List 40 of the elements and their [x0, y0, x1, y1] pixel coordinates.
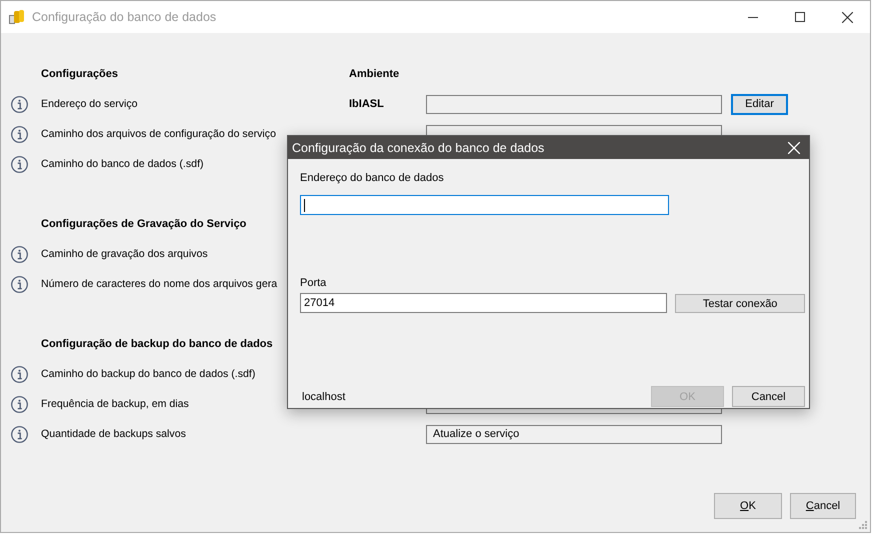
- port-field[interactable]: 27014: [300, 293, 668, 313]
- cancel-button[interactable]: Cancel: [732, 386, 805, 407]
- section-heading: Configurações: [41, 68, 118, 80]
- section-heading: Configurações de Gravação do Serviço: [41, 218, 246, 230]
- dialog-title: Configuração da conexão do banco de dados: [292, 140, 544, 154]
- text-field[interactable]: [426, 94, 722, 114]
- setting-label: Frequência de backup, em dias: [41, 398, 189, 410]
- info-icon[interactable]: [10, 366, 28, 382]
- info-icon[interactable]: [10, 96, 28, 112]
- address-field[interactable]: [300, 195, 669, 215]
- environment-label: IbIASL: [349, 98, 385, 110]
- setting-label: Quantidade de backups salvos: [41, 428, 186, 440]
- maximize-icon[interactable]: [795, 12, 805, 22]
- setting-label: Endereço do serviço: [41, 98, 138, 110]
- setting-label: Número de caracteres do nome dos arquivos gera: [41, 278, 278, 290]
- test-connection-button[interactable]: Testar conexão: [675, 294, 805, 313]
- info-icon[interactable]: [10, 426, 28, 442]
- section-heading: Configuração de backup do banco de dados: [41, 338, 273, 350]
- resize-grip-icon[interactable]: [859, 521, 867, 529]
- info-icon[interactable]: [10, 396, 28, 412]
- edit-button[interactable]: Editar: [731, 94, 788, 114]
- database-icon: [9, 9, 25, 25]
- setting-label: Caminho dos arquivos de configuração do serviço: [41, 128, 276, 140]
- field-label: Endereço do banco de dados: [300, 171, 445, 185]
- window-title: Configuração do banco de dados: [32, 10, 216, 24]
- setting-label: Caminho de gravação dos arquivos: [41, 248, 208, 260]
- server-name: localhost: [302, 390, 346, 402]
- info-icon[interactable]: [10, 156, 28, 172]
- field-label: Porta: [300, 276, 328, 290]
- cancel-button[interactable]: Cancel: [790, 493, 856, 519]
- ok-button[interactable]: OK: [714, 493, 782, 519]
- text-field[interactable]: Atualize o serviço: [426, 424, 722, 444]
- setting-label: Caminho do backup do banco de dados (.sdf): [41, 368, 256, 380]
- column-heading: Ambiente: [349, 68, 400, 80]
- info-icon[interactable]: [10, 276, 28, 292]
- minimize-icon[interactable]: [748, 16, 758, 18]
- info-icon[interactable]: [10, 126, 28, 142]
- info-icon[interactable]: [10, 246, 28, 262]
- close-icon[interactable]: [842, 12, 853, 22]
- setting-label: Caminho do banco de dados (.sdf): [41, 158, 204, 170]
